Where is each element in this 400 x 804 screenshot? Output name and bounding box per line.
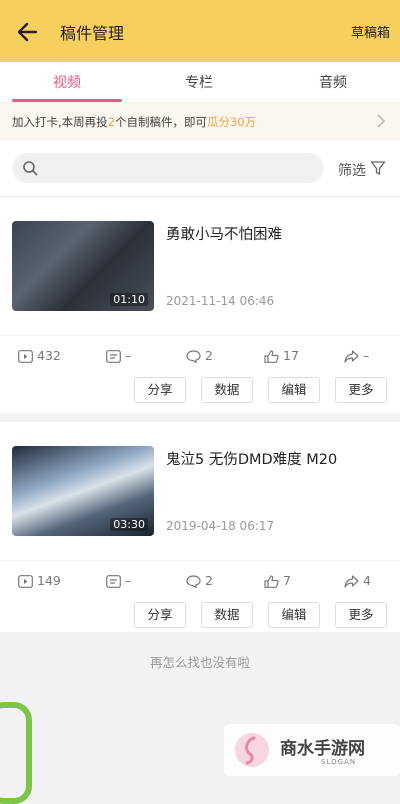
search-input[interactable] bbox=[12, 153, 324, 183]
comment-icon bbox=[186, 575, 201, 589]
video-thumbnail[interactable]: 03:30 bbox=[12, 446, 154, 536]
like-count: 17 bbox=[264, 348, 299, 363]
video-date: 2019-04-18 06:17 bbox=[166, 519, 275, 533]
video-stats: 432 – 2 17 – bbox=[0, 335, 400, 364]
play-icon bbox=[18, 350, 33, 363]
active-tab-indicator bbox=[12, 99, 122, 102]
more-button[interactable]: 更多 bbox=[335, 377, 387, 403]
share-count: 4 bbox=[344, 573, 371, 588]
search-icon bbox=[23, 161, 38, 176]
video-title[interactable]: 勇敢小马不怕困难 bbox=[166, 223, 282, 244]
danmaku-icon bbox=[106, 575, 121, 588]
video-duration: 01:10 bbox=[110, 293, 148, 306]
data-button[interactable]: 数据 bbox=[201, 377, 253, 403]
decorative-edge bbox=[0, 702, 32, 804]
back-arrow-icon[interactable] bbox=[14, 18, 42, 46]
notice-reward: 瓜分30万 bbox=[206, 115, 257, 129]
drafts-button[interactable]: 草稿箱 bbox=[351, 22, 390, 41]
like-count: 7 bbox=[264, 573, 291, 588]
search-bar-section: 筛选 bbox=[0, 140, 400, 197]
tab-video[interactable]: 视频 bbox=[22, 72, 112, 92]
app-header: 稿件管理 草稿箱 bbox=[0, 0, 400, 62]
tab-audio[interactable]: 音频 bbox=[288, 72, 378, 92]
edit-button[interactable]: 编辑 bbox=[268, 377, 320, 403]
video-actions: 分享 数据 编辑 更多 bbox=[0, 602, 400, 628]
tab-column[interactable]: 专栏 bbox=[154, 72, 244, 92]
video-duration: 03:30 bbox=[110, 518, 148, 531]
video-thumbnail[interactable]: 01:10 bbox=[12, 221, 154, 311]
end-of-list-text: 再怎么找也没有啦 bbox=[149, 655, 250, 670]
chevron-right-icon bbox=[377, 114, 386, 128]
notice-count: 2 bbox=[107, 115, 115, 129]
play-icon bbox=[18, 575, 33, 588]
filter-icon[interactable] bbox=[370, 160, 386, 176]
watermark: 商水手游网 SLOGAN bbox=[224, 724, 400, 776]
share-button[interactable]: 分享 bbox=[134, 377, 186, 403]
content-tabs: 视频 专栏 音频 bbox=[0, 62, 400, 103]
video-stats: 149 – 2 7 4 bbox=[0, 560, 400, 589]
danmaku-count: – bbox=[106, 348, 131, 363]
share-icon bbox=[344, 350, 359, 363]
video-title[interactable]: 鬼泣5 无伤DMD难度 M20 bbox=[166, 448, 337, 469]
share-icon bbox=[344, 575, 359, 588]
checkin-notice-banner[interactable]: 加入打卡,本周再投2个自制稿件，即可瓜分30万 bbox=[0, 103, 400, 139]
comment-count: 2 bbox=[186, 573, 213, 589]
watermark-name: 商水手游网 bbox=[280, 739, 365, 759]
comment-icon bbox=[186, 350, 201, 364]
watermark-sub: SLOGAN bbox=[321, 758, 357, 766]
thumbs-up-icon bbox=[264, 575, 279, 588]
comment-count: 2 bbox=[186, 348, 213, 364]
notice-text: 加入打卡,本周再投2个自制稿件，即可瓜分30万 bbox=[12, 115, 257, 129]
share-button[interactable]: 分享 bbox=[134, 602, 186, 628]
video-actions: 分享 数据 编辑 更多 bbox=[0, 377, 400, 403]
thumbs-up-icon bbox=[264, 350, 279, 363]
play-count: 149 bbox=[18, 573, 61, 588]
video-card[interactable]: 01:10 勇敢小马不怕困难 2021-11-14 06:46 432 – 2 … bbox=[0, 197, 400, 413]
danmaku-icon bbox=[106, 350, 121, 363]
video-card[interactable]: 03:30 鬼泣5 无伤DMD难度 M20 2019-04-18 06:17 1… bbox=[0, 422, 400, 632]
page-title: 稿件管理 bbox=[60, 24, 125, 43]
video-date: 2021-11-14 06:46 bbox=[166, 294, 275, 308]
filter-button[interactable]: 筛选 bbox=[338, 160, 366, 180]
danmaku-count: – bbox=[106, 573, 131, 588]
share-count: – bbox=[344, 348, 369, 363]
data-button[interactable]: 数据 bbox=[201, 602, 253, 628]
play-count: 432 bbox=[18, 348, 61, 363]
more-button[interactable]: 更多 bbox=[335, 602, 387, 628]
watermark-logo-icon bbox=[235, 733, 269, 767]
edit-button[interactable]: 编辑 bbox=[268, 602, 320, 628]
